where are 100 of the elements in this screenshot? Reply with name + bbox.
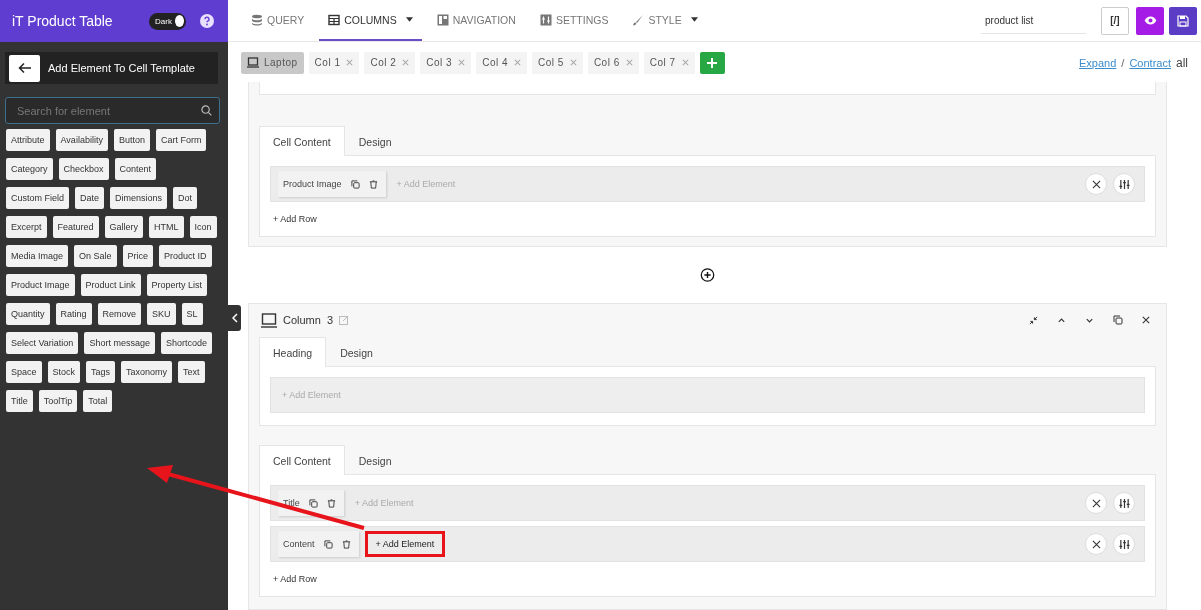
element-option[interactable]: Price <box>122 245 154 267</box>
column-tab-label[interactable]: Col 4 <box>482 57 509 68</box>
column-tab[interactable]: Col 7 <box>643 51 695 74</box>
close-icon[interactable] <box>1091 179 1101 189</box>
table-icon[interactable] <box>328 13 341 26</box>
theme-toggle[interactable]: Dark <box>149 12 186 30</box>
panel-tab[interactable]: Heading <box>259 337 327 367</box>
column-tab-label[interactable]: Col 2 <box>370 57 397 68</box>
element-option[interactable]: Select Variation <box>6 332 79 354</box>
search-field[interactable]: Search for element <box>5 97 220 124</box>
expand-link[interactable]: Expand <box>1079 56 1117 69</box>
preview-button[interactable] <box>1136 6 1164 35</box>
panel-tab[interactable]: Design <box>344 126 406 156</box>
sliders-icon[interactable] <box>1118 538 1130 550</box>
nav-tab[interactable]: SETTINGS <box>530 0 618 41</box>
element-option[interactable]: Date <box>75 187 105 209</box>
copy-icon[interactable] <box>323 539 333 549</box>
trash-icon[interactable] <box>368 179 378 189</box>
sliders-icon[interactable] <box>539 13 552 26</box>
element-option[interactable]: Gallery <box>104 216 144 238</box>
copy-icon[interactable] <box>1113 315 1123 325</box>
panel-tab[interactable]: Design <box>344 445 406 475</box>
column-tab-label[interactable]: Col 3 <box>426 57 453 68</box>
nav-tab[interactable]: QUERY <box>242 0 314 41</box>
sliders-button[interactable] <box>1113 533 1135 555</box>
element-option[interactable]: Shortcode <box>160 332 212 354</box>
column-tab[interactable]: Col 2 <box>364 51 416 74</box>
element-option[interactable]: Checkbox <box>58 158 109 180</box>
copy-icon[interactable] <box>350 179 360 189</box>
collapse-icon[interactable] <box>1029 315 1038 325</box>
element-option[interactable]: Tags <box>86 361 116 383</box>
database-icon[interactable] <box>251 13 263 26</box>
laptop-icon[interactable] <box>247 57 259 68</box>
nav-tab[interactable]: COLUMNS <box>319 0 422 41</box>
element-option[interactable]: Total <box>83 390 113 412</box>
close-button[interactable] <box>1085 492 1107 514</box>
column-tab[interactable]: Col 3 <box>420 51 472 74</box>
arrow-left-icon[interactable] <box>17 62 32 74</box>
column-tab[interactable]: Col 4 <box>476 51 528 74</box>
sliders-button[interactable] <box>1113 173 1135 195</box>
column-tab-label[interactable]: Col 5 <box>538 57 564 68</box>
save-icon[interactable] <box>1177 14 1189 27</box>
element-option[interactable]: HTML <box>149 216 184 238</box>
element-option[interactable]: Rating <box>55 303 92 325</box>
close-icon[interactable] <box>1091 498 1101 508</box>
element-option[interactable]: Space <box>6 361 42 383</box>
trash-icon[interactable] <box>341 539 351 549</box>
element-option[interactable]: Attribute <box>6 129 50 151</box>
element-option[interactable]: Media Image <box>6 245 69 267</box>
eye-icon[interactable] <box>1143 16 1157 25</box>
add-row-link[interactable]: + Add Row <box>273 214 317 224</box>
save-button[interactable] <box>1169 6 1197 35</box>
element-option[interactable]: Icon <box>189 216 217 238</box>
panel-tab[interactable]: Design <box>326 337 387 367</box>
element-option[interactable]: Button <box>113 129 150 151</box>
element-option[interactable]: Quantity <box>6 303 50 325</box>
element-option[interactable]: On Sale <box>74 245 117 267</box>
column-tab[interactable]: Col 5 <box>532 51 583 74</box>
sliders-icon[interactable] <box>1118 497 1130 509</box>
chevron-left-icon[interactable] <box>231 313 238 323</box>
element-option[interactable]: Property List <box>146 274 208 296</box>
close-button[interactable] <box>1085 533 1107 555</box>
nav-tab[interactable]: STYLE <box>623 0 707 41</box>
plus-icon[interactable] <box>706 56 719 69</box>
element-option[interactable]: Remove <box>97 303 142 325</box>
panel-tab[interactable]: Cell Content <box>259 126 345 156</box>
element-option[interactable]: Stock <box>47 361 81 383</box>
back-button[interactable] <box>9 54 40 82</box>
element-option[interactable]: Excerpt <box>6 216 47 238</box>
element-option[interactable]: Product Link <box>80 274 141 296</box>
element-option[interactable]: Title <box>6 390 33 412</box>
element-option[interactable]: Short message <box>84 332 155 354</box>
collapse-button[interactable] <box>228 305 241 331</box>
element-option[interactable]: Availability <box>55 129 108 151</box>
trash-icon[interactable] <box>326 498 336 508</box>
element-option[interactable]: Dot <box>173 187 198 209</box>
contract-link[interactable]: Contract <box>1129 56 1171 69</box>
panel-tab[interactable]: Cell Content <box>259 445 345 475</box>
caret-icon[interactable] <box>405 17 413 22</box>
close-button[interactable] <box>1085 173 1107 195</box>
column-tab-label[interactable]: Col 1 <box>314 57 341 68</box>
add-row-link[interactable]: + Add Row <box>273 574 317 584</box>
add-column-icon[interactable] <box>699 268 716 282</box>
element-option[interactable]: Custom Field <box>6 187 69 209</box>
element-option[interactable]: SKU <box>147 303 176 325</box>
add-column-button[interactable] <box>699 51 725 74</box>
element-option[interactable]: Product ID <box>159 245 212 267</box>
element-option[interactable]: Product Image <box>6 274 75 296</box>
sliders-icon[interactable] <box>1118 178 1130 190</box>
add-element-button[interactable]: + Add Element <box>364 531 446 557</box>
element-option[interactable]: Taxonomy <box>121 361 173 383</box>
element-option[interactable]: Featured <box>52 216 99 238</box>
nav-tab[interactable]: NAVIGATION <box>427 0 525 41</box>
column-tab[interactable]: Col 6 <box>587 51 639 74</box>
element-option[interactable]: Category <box>6 158 53 180</box>
column-tab-label[interactable]: Col 6 <box>593 57 620 68</box>
sliders-button[interactable] <box>1113 492 1135 514</box>
element-option[interactable]: Cart Form <box>155 129 207 151</box>
layout-icon[interactable] <box>436 13 449 26</box>
column-tab[interactable]: Col 1 <box>308 51 360 74</box>
